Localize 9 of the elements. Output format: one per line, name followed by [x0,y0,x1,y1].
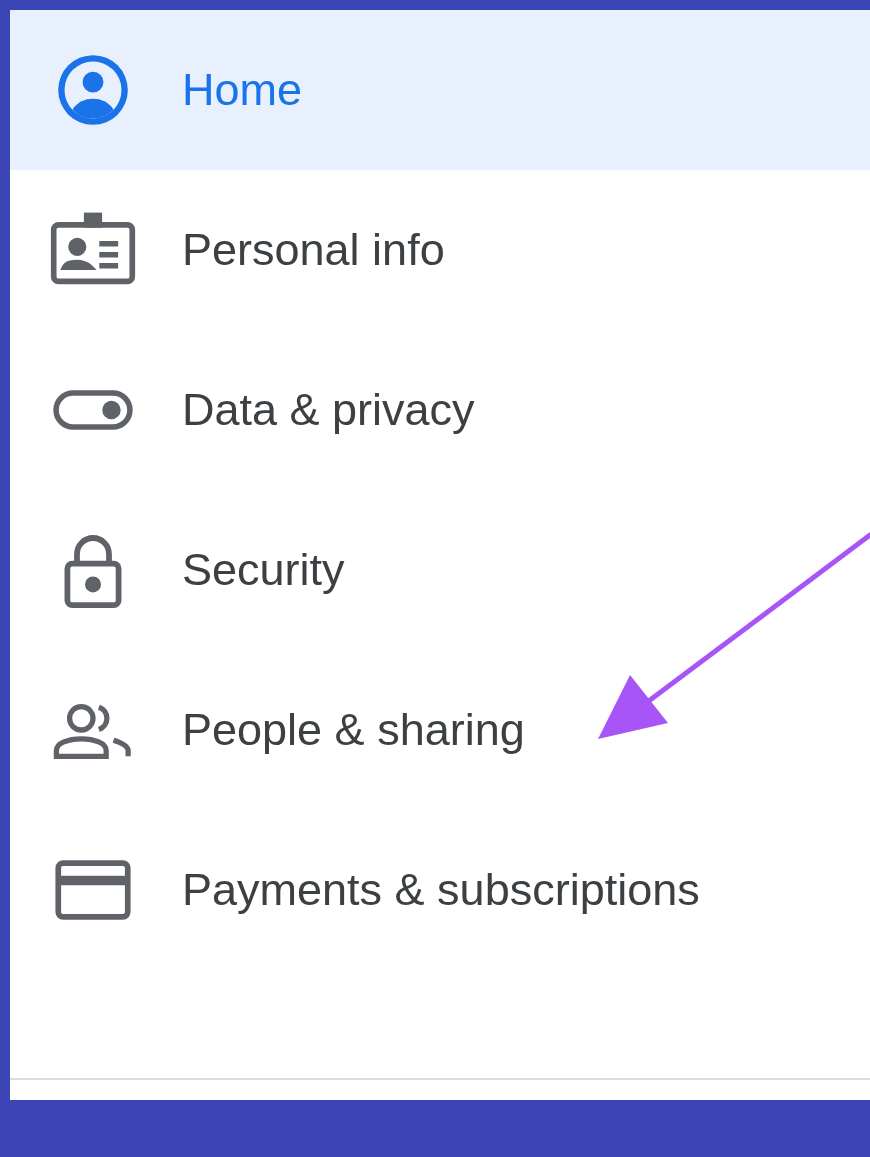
nav-item[interactable]: Home [10,10,870,170]
nav-item[interactable]: Data & privacy [10,330,870,490]
nav-item[interactable]: Security [10,490,870,650]
toggle-icon [53,390,133,430]
nav-item[interactable]: Personal info [10,170,870,330]
nav-item[interactable]: People & sharing [10,650,870,810]
nav-item[interactable]: Payments & subscriptions [10,810,870,970]
account-icon [55,52,131,128]
credit-card-icon [55,860,131,920]
